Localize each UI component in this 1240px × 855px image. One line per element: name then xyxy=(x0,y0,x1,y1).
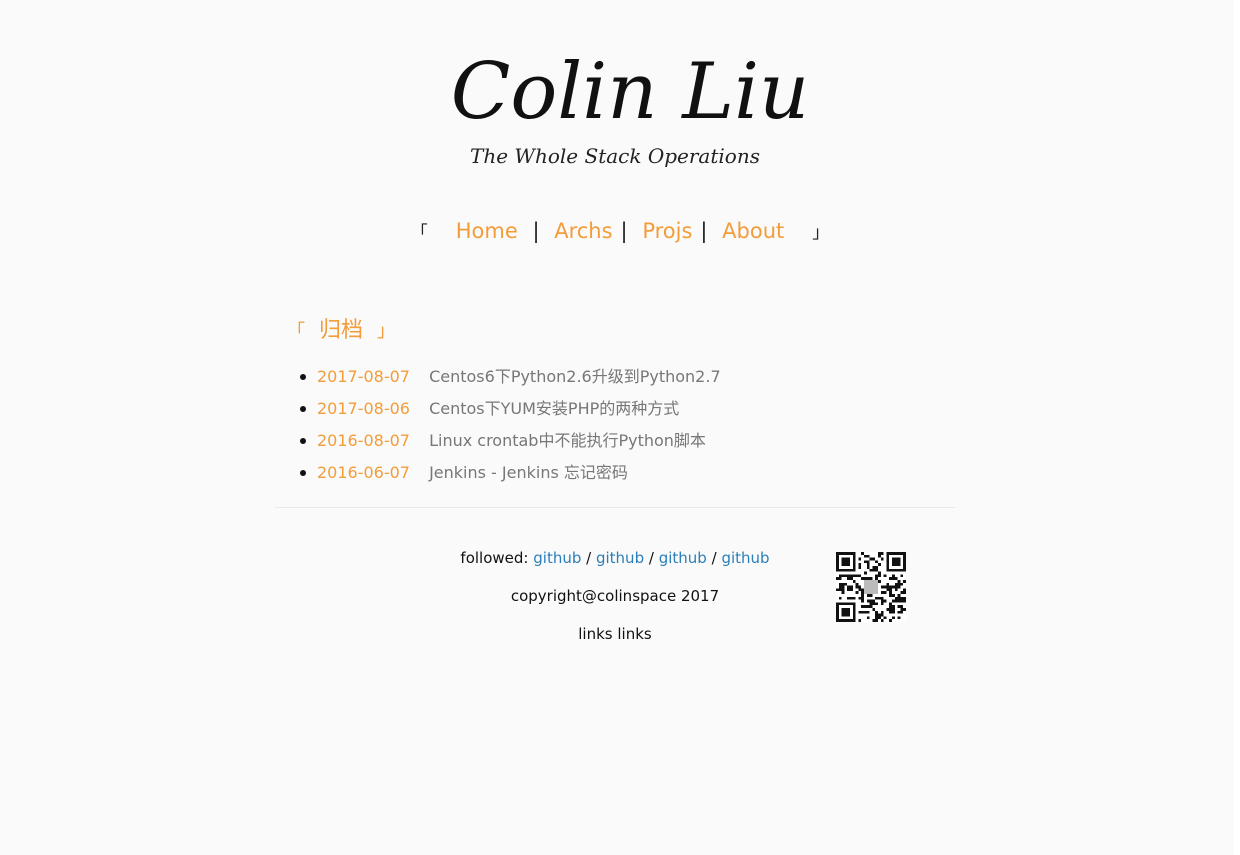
link-separator: / xyxy=(648,549,654,567)
main-nav: 「 Home | Archs | Projs | About 」 xyxy=(0,218,1240,243)
nav-item-projs[interactable]: Projs xyxy=(642,219,692,243)
post-title-link[interactable]: Jenkins - Jenkins 忘记密码 xyxy=(429,463,628,482)
github-link-3[interactable]: github xyxy=(659,549,707,567)
link-separator: / xyxy=(711,549,717,567)
link-separator: / xyxy=(586,549,592,567)
followed-label: followed: xyxy=(460,549,529,567)
bullet-icon xyxy=(300,470,306,476)
post-title-link[interactable]: Centos6下Python2.6升级到Python2.7 xyxy=(429,367,721,386)
list-item: 2016-08-07 Linux crontab中不能执行Python脚本 xyxy=(300,430,957,462)
nav-separator: | xyxy=(532,219,540,243)
post-title-link[interactable]: Centos下YUM安装PHP的两种方式 xyxy=(429,399,679,418)
nav-item-archs[interactable]: Archs xyxy=(554,219,612,243)
footer: followed: github / github / github / git… xyxy=(410,548,820,662)
github-link-1[interactable]: github xyxy=(533,549,581,567)
github-link-2[interactable]: github xyxy=(596,549,644,567)
heading-text: 归档 xyxy=(319,318,364,343)
list-item: 2016-06-07 Jenkins - Jenkins 忘记密码 xyxy=(300,462,957,494)
nav-open-bracket: 「 xyxy=(410,223,428,243)
post-title-link[interactable]: Linux crontab中不能执行Python脚本 xyxy=(429,431,706,450)
divider xyxy=(275,507,955,508)
bullet-icon xyxy=(300,438,306,444)
post-date: 2017-08-06 xyxy=(317,399,410,418)
copyright-text: copyright@colinspace 2017 xyxy=(510,587,720,605)
bullet-icon xyxy=(300,406,306,412)
nav-close-bracket: 」 xyxy=(812,223,830,243)
list-item: 2017-08-06 Centos下YUM安装PHP的两种方式 xyxy=(300,398,957,430)
nav-item-home[interactable]: Home xyxy=(456,219,518,243)
list-item: 2017-08-07 Centos6下Python2.6升级到Python2.7 xyxy=(300,366,957,398)
post-list: 2017-08-07 Centos6下Python2.6升级到Python2.7… xyxy=(287,366,957,494)
logo-title: Colin Liu xyxy=(451,47,810,137)
nav-separator: | xyxy=(620,219,628,243)
archive-section: 「 归档 」 2017-08-07 Centos6下Python2.6升级到Py… xyxy=(287,312,957,494)
post-date: 2016-06-07 xyxy=(317,463,410,482)
nav-item-about[interactable]: About xyxy=(722,219,784,243)
qr-code-icon xyxy=(836,552,906,622)
archive-heading: 「 归档 」 xyxy=(287,312,957,344)
scrollbar-track xyxy=(1234,0,1240,855)
nav-separator: | xyxy=(700,219,708,243)
bullet-icon xyxy=(300,374,306,380)
post-date: 2017-08-07 xyxy=(317,367,410,386)
heading-close-bracket: 」 xyxy=(377,321,396,342)
heading-open-bracket: 「 xyxy=(287,321,305,342)
post-date: 2016-08-07 xyxy=(317,431,410,450)
links-text: links links xyxy=(578,625,652,643)
followed-line: followed: github / github / github / git… xyxy=(410,548,820,568)
github-link-4[interactable]: github xyxy=(721,549,769,567)
site-logo[interactable]: Colin Liu The Whole Stack Operations xyxy=(440,18,820,188)
logo-subtitle: The Whole Stack Operations xyxy=(470,144,760,168)
